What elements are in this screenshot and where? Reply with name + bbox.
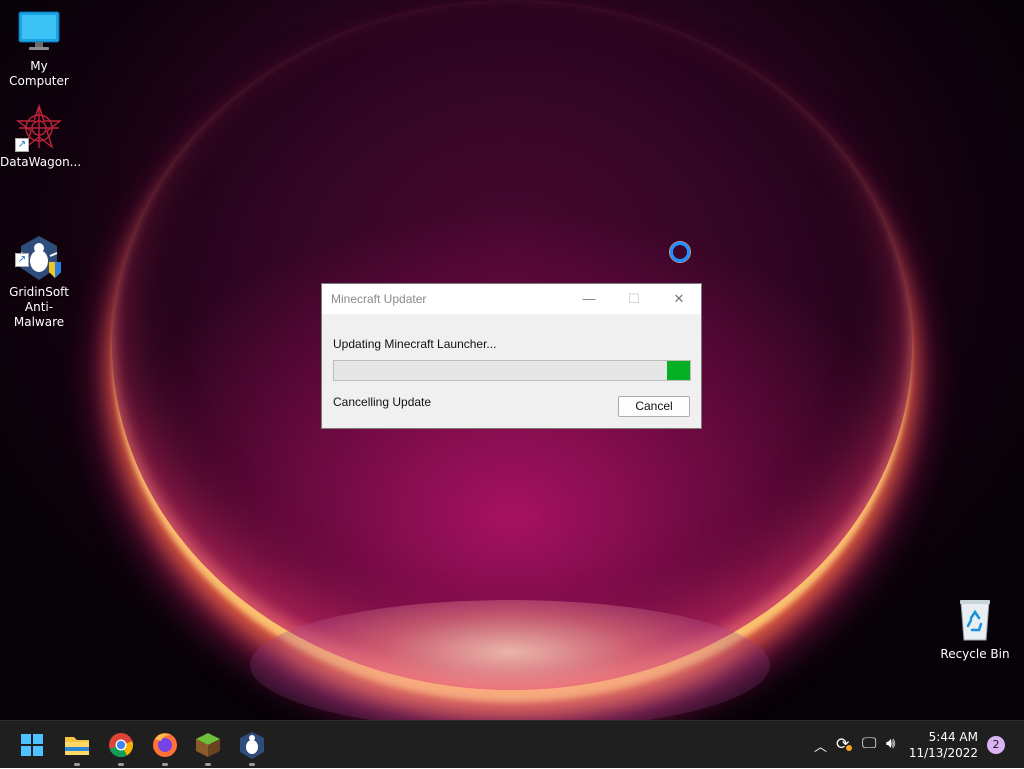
- network-icon[interactable]: 🖵: [862, 734, 876, 752]
- maximize-button: ☐: [612, 284, 656, 314]
- gridinsoft-icon: [240, 732, 264, 759]
- start-button[interactable]: [14, 727, 50, 763]
- status-line: Updating Minecraft Launcher...: [333, 337, 497, 351]
- clock[interactable]: 5:44 AM 11/13/2022: [909, 729, 978, 761]
- progress-fill: [666, 361, 690, 380]
- taskbar-gridinsoft[interactable]: [234, 727, 270, 766]
- sub-status-line: Cancelling Update: [333, 395, 432, 409]
- minimize-icon: —: [582, 291, 596, 306]
- computer-icon: [15, 8, 63, 56]
- cancel-button[interactable]: Cancel: [618, 396, 690, 417]
- running-indicator: [162, 763, 168, 766]
- running-indicator: [74, 763, 80, 766]
- dialog-titlebar[interactable]: Minecraft Updater — ☐ ✕: [322, 284, 701, 314]
- desktop-icon-gridinsoft[interactable]: ↗ GridinSoft Anti-Malware: [0, 204, 78, 345]
- desktop-icon-label: DataWagon...: [0, 155, 82, 169]
- close-button[interactable]: ✕: [657, 284, 701, 314]
- maximize-icon: ☐: [628, 291, 640, 306]
- desktop: My Computer ↗ DataWagon... ↗ GridinSoft …: [0, 0, 1024, 720]
- gridinsoft-bug-shield-icon: ↗: [15, 219, 63, 280]
- datawagon-icon: ↗: [15, 103, 63, 152]
- minecraft-updater-dialog: Minecraft Updater — ☐ ✕ Updating Minecra…: [321, 283, 702, 429]
- taskbar-chrome[interactable]: [103, 727, 139, 766]
- desktop-icon-label: My Computer: [9, 59, 69, 88]
- minecraft-launcher-icon: [196, 733, 220, 757]
- taskbar-firefox[interactable]: [147, 727, 183, 766]
- dialog-title: Minecraft Updater: [331, 292, 427, 306]
- desktop-icon-recycle-bin[interactable]: Recycle Bin: [936, 596, 1014, 662]
- recycle-bin-icon: [951, 596, 999, 644]
- running-indicator: [249, 763, 255, 766]
- clock-date: 11/13/2022: [908, 746, 978, 760]
- busy-cursor-icon: [670, 242, 690, 262]
- desktop-icon-my-computer[interactable]: My Computer: [0, 8, 78, 89]
- warning-badge-icon: [846, 745, 852, 751]
- taskbar-file-explorer[interactable]: [59, 727, 95, 766]
- wallpaper-glow: [250, 600, 770, 720]
- clock-time: 5:44 AM: [928, 730, 978, 744]
- taskbar: ︿ ⟳ 🖵 🔊︎ 5:44 AM 11/13/2022 2: [0, 720, 1024, 768]
- progress-bar: [333, 360, 691, 381]
- desktop-icon-label: Recycle Bin: [940, 647, 1010, 661]
- desktop-icon-label: GridinSoft Anti-Malware: [9, 285, 69, 329]
- shortcut-arrow-icon: ↗: [15, 138, 29, 152]
- minimize-button[interactable]: —: [567, 284, 611, 314]
- desktop-icon-datawagon[interactable]: ↗ DataWagon...: [0, 103, 82, 170]
- running-indicator: [118, 763, 124, 766]
- volume-icon[interactable]: 🔊︎: [886, 734, 895, 752]
- chrome-icon: [109, 733, 133, 757]
- shortcut-arrow-icon: ↗: [15, 253, 29, 267]
- start-icon: [21, 734, 43, 756]
- taskbar-minecraft-launcher[interactable]: [190, 727, 226, 766]
- file-explorer-icon: [65, 737, 89, 755]
- chevron-up-icon[interactable]: ︿: [814, 736, 827, 755]
- close-icon: ✕: [673, 291, 685, 306]
- firefox-icon: [153, 733, 177, 757]
- notification-badge[interactable]: 2: [987, 736, 1005, 754]
- running-indicator: [205, 763, 211, 766]
